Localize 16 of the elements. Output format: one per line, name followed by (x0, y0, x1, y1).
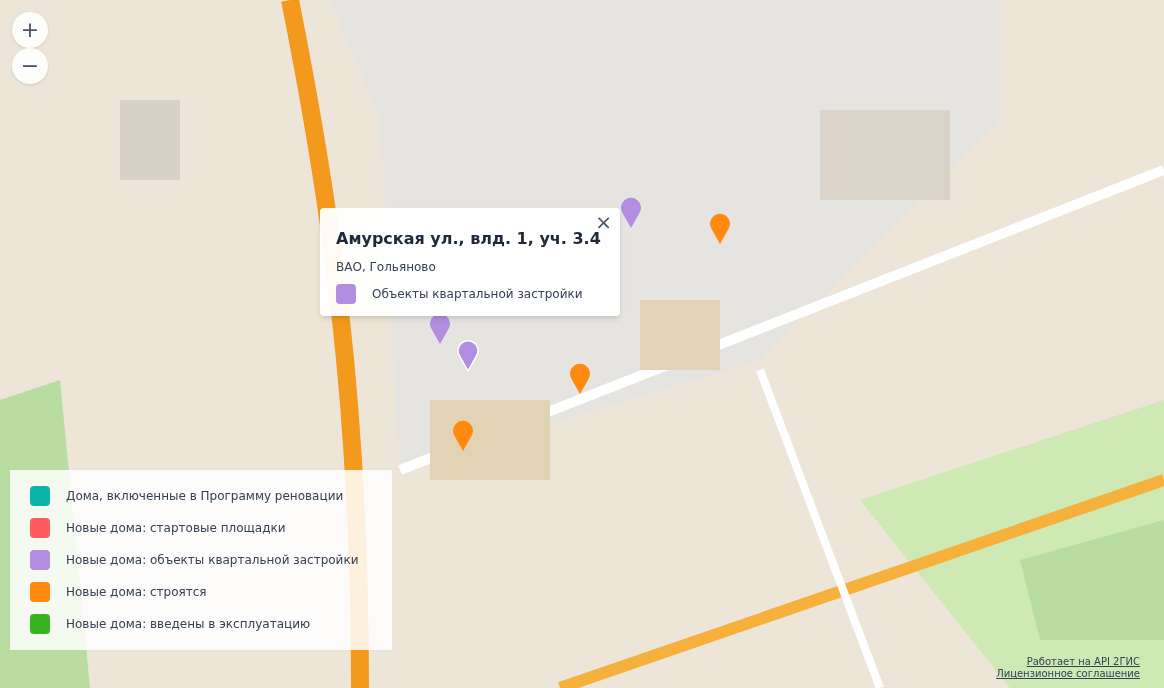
popup-district: ВАО, Гольяново (336, 259, 437, 276)
legend-label: Дома, включенные в Программу реновации (66, 488, 344, 505)
legend-label: Новые дома: стартовые площадки (66, 520, 286, 537)
map-pin[interactable] (709, 212, 731, 244)
category-label: Объекты квартальной застройки (372, 286, 583, 303)
selected-map-pin[interactable] (457, 338, 479, 372)
legend-label: Новые дома: объекты квартальной застройки (66, 552, 359, 569)
close-button[interactable]: × (595, 212, 612, 232)
map-pin[interactable] (569, 362, 591, 394)
license-link[interactable]: Лицензионное соглашение (996, 668, 1140, 680)
legend-label: Новые дома: введены в эксплуатацию (66, 616, 311, 633)
popup-title: Амурская ул., влд. 1, уч. 3.4 (336, 229, 602, 250)
api-link[interactable]: Работает на API 2ГИС (1026, 656, 1140, 668)
map-pin[interactable] (452, 419, 474, 451)
map-pin[interactable] (620, 196, 642, 228)
legend-label: Новые дома: строятся (66, 584, 207, 601)
